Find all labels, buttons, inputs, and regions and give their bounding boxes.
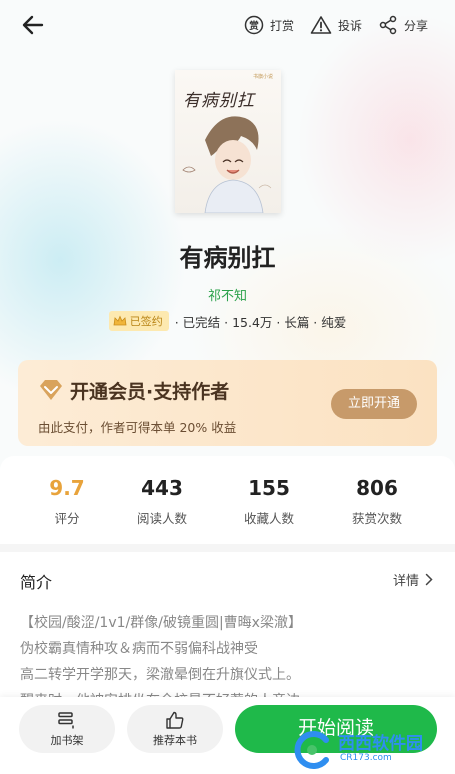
stat-rewards: 806 获赏次数: [332, 476, 422, 527]
book-title: 有病别扛: [179, 244, 276, 272]
intro-line: 伪校霸真情种攻＆病而不弱偏科战神受: [20, 641, 258, 657]
stat-favorites: 155 收藏人数: [224, 476, 314, 527]
site-watermark: 西西软件园 CR173.com: [290, 725, 455, 774]
open-vip-button[interactable]: 立即开通: [331, 389, 417, 419]
stat-rating: 9.7 评分: [22, 476, 112, 527]
stats-panel: 9.7 评分 443 阅读人数 155 收藏人数 806 获赏次数: [0, 456, 455, 544]
chevron-right-icon: [425, 573, 433, 586]
intro-line: 高二转学开学那天，梁澈晕倒在升旗仪式上。: [20, 667, 300, 683]
watermark-text: 西西软件园: [338, 734, 423, 755]
diamond-icon: [40, 380, 62, 400]
add-shelf-icon: [58, 711, 74, 728]
thumbs-up-icon: [166, 711, 184, 729]
report-button[interactable]: 投诉: [310, 12, 362, 38]
reward-label: 打赏: [270, 18, 295, 33]
vip-card[interactable]: 开通会员·支持作者 由此支付，作者可得本单 20% 收益 立即开通: [18, 360, 437, 446]
cover-illustration: [182, 116, 272, 213]
crown-icon: [113, 315, 127, 326]
book-meta-row: 已签约 · 已完结 · 15.4万 · 长篇 · 纯爱: [0, 311, 455, 331]
share-button[interactable]: 分享: [378, 12, 428, 38]
add-to-shelf-button[interactable]: 加书架: [19, 705, 115, 753]
watermark-url: CR173.com: [340, 752, 392, 763]
intro-detail-label: 详情: [392, 574, 419, 589]
author-name[interactable]: 祁不知: [0, 285, 455, 304]
stat-label: 收藏人数: [243, 511, 294, 526]
stat-label: 获赏次数: [351, 511, 402, 526]
book-cover[interactable]: 书旗小说 有病别扛: [175, 70, 281, 213]
stat-value: 443: [141, 476, 183, 500]
signed-label: 已签约: [129, 315, 163, 328]
vip-title: 开通会员·支持作者: [70, 381, 230, 403]
recommend-label: 推荐本书: [153, 733, 197, 747]
reward-icon: 赏: [244, 15, 264, 35]
signed-badge: 已签约: [108, 311, 169, 331]
top-bar: 赏 打赏 投诉 分享: [0, 0, 455, 50]
stat-readers: 443 阅读人数: [117, 476, 207, 527]
report-label: 投诉: [338, 18, 363, 33]
intro-heading: 简介: [20, 573, 53, 592]
watermark-logo-icon: [294, 730, 329, 769]
share-icon: [378, 15, 398, 35]
svg-text:赏: 赏: [249, 20, 259, 32]
reward-button[interactable]: 赏 打赏: [244, 12, 294, 38]
share-label: 分享: [404, 18, 429, 33]
stat-label: 阅读人数: [136, 511, 187, 526]
stat-value: 9.7: [49, 476, 85, 500]
vip-subtitle: 由此支付，作者可得本单 20% 收益: [38, 420, 237, 435]
add-shelf-label: 加书架: [50, 733, 84, 747]
book-meta: · 已完结 · 15.4万 · 长篇 · 纯爱: [174, 314, 347, 330]
intro-line: 【校园/酸涩/1v1/群像/破镜重圆|曹晦x梁澈】: [20, 615, 302, 631]
stat-value: 806: [356, 476, 398, 500]
stat-label: 评分: [54, 511, 80, 526]
recommend-button[interactable]: 推荐本书: [127, 705, 223, 753]
warning-icon: [310, 15, 332, 35]
intro-detail-link[interactable]: 详情: [393, 570, 433, 589]
intro-text: 【校园/酸涩/1v1/群像/破镜重圆|曹晦x梁澈】 伪校霸真情种攻＆病而不弱偏科…: [20, 610, 440, 700]
section-divider: [0, 544, 455, 552]
stat-value: 155: [248, 476, 290, 500]
back-icon[interactable]: [18, 10, 50, 40]
